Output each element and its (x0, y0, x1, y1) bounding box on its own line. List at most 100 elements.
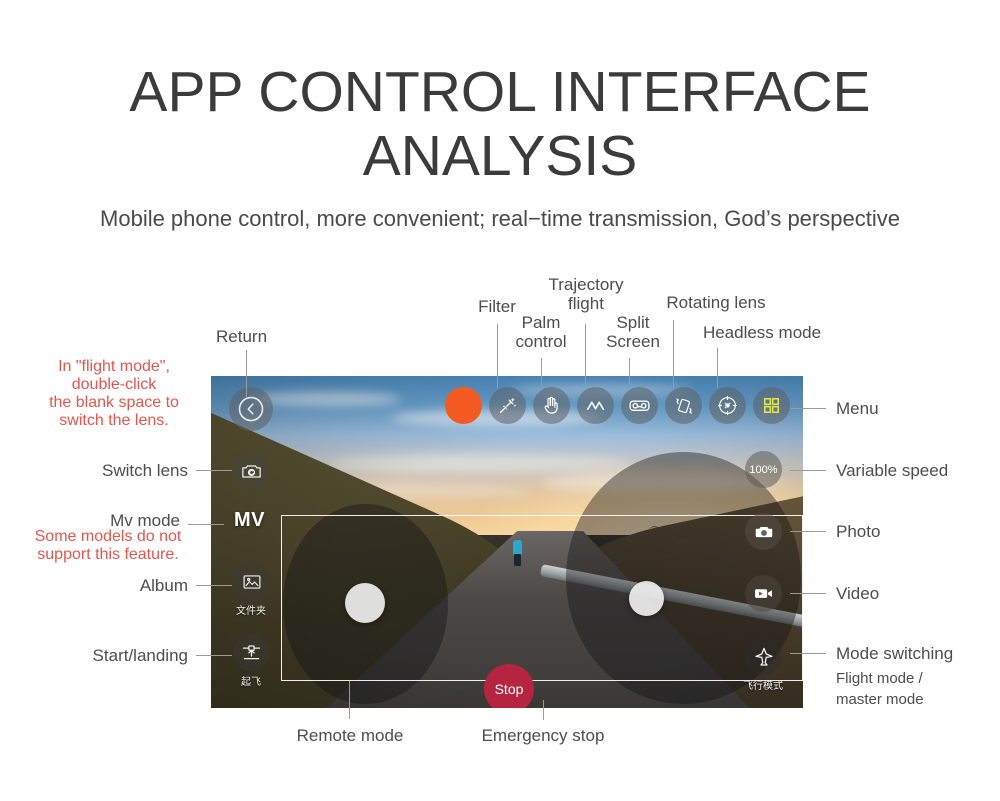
callout-remote-mode: Remote mode (270, 726, 430, 745)
filter-button[interactable] (489, 387, 526, 424)
callout-headless-mode-text: Headless mode (702, 323, 822, 342)
leader-line-filter (497, 324, 498, 388)
trajectory-flight-button[interactable] (577, 387, 614, 424)
callout-mode-sub-line-2: master mode (836, 691, 924, 708)
split-screen-button[interactable] (621, 387, 658, 424)
vr-goggles-icon (629, 400, 650, 411)
callout-mode-switching-sub: Flight mode / master mode (836, 668, 924, 710)
photo-button[interactable] (745, 513, 782, 550)
leader-line-album (196, 585, 232, 586)
video-button[interactable] (745, 575, 782, 612)
note-mv-mode: Some models do not support this feature. (8, 528, 208, 564)
callout-mode-switching: Mode switching (836, 644, 953, 663)
leader-line-return (246, 350, 247, 398)
callout-trajectory-flight-line-1: Trajectory (548, 275, 624, 294)
chevron-left-circle-icon (238, 396, 264, 422)
mv-mode-label[interactable]: MV (234, 509, 265, 532)
callout-palm-control: Palm control (506, 313, 576, 351)
callout-video: Video (836, 584, 879, 603)
hand-icon (544, 396, 558, 414)
callout-variable-speed: Variable speed (836, 461, 948, 480)
slide-root: APP CONTROL INTERFACE ANALYSIS Mobile ph… (0, 0, 1000, 801)
variable-speed-button[interactable]: 100% (745, 451, 782, 488)
stop-label: Stop (494, 681, 524, 697)
leader-line-rotating-lens (673, 320, 674, 388)
page-title-line-1: APP CONTROL INTERFACE (129, 60, 871, 124)
leader-line-mv-mode (188, 524, 224, 525)
palm-control-button[interactable] (533, 387, 570, 424)
callout-album: Album (40, 576, 188, 595)
mode-switching-button[interactable] (745, 638, 782, 675)
callout-photo-text: Photo (836, 522, 881, 541)
return-button[interactable] (229, 387, 273, 431)
compass-target-icon (717, 395, 738, 416)
rotating-lens-button[interactable] (665, 387, 702, 424)
callout-menu-text: Menu (836, 399, 879, 418)
page-title-line-2: ANALYSIS (362, 124, 638, 188)
drone-takeoff-icon (242, 645, 261, 660)
callout-rotating-lens: Rotating lens (651, 293, 781, 312)
leader-line-variable-speed (790, 470, 826, 471)
album-button[interactable] (233, 563, 270, 600)
switch-lens-button[interactable] (233, 453, 270, 490)
note-flight-mode-line-4: switch the lens. (59, 412, 169, 429)
camera-rotate-icon (242, 465, 261, 478)
video-camera-icon (755, 589, 772, 598)
menu-button[interactable] (753, 387, 790, 424)
callout-start-landing: Start/landing (30, 646, 188, 665)
leader-line-photo (790, 531, 826, 532)
page-title: APP CONTROL INTERFACE ANALYSIS (0, 60, 1000, 188)
grid-squares-icon (763, 397, 780, 414)
callout-emergency-stop: Emergency stop (463, 726, 623, 745)
callout-palm-control-line-2: control (515, 332, 567, 351)
leader-line-switch-lens (196, 470, 232, 471)
callout-video-text: Video (836, 584, 880, 603)
callout-switch-lens-text: Switch lens (102, 461, 188, 480)
callout-palm-control-line-1: Palm (521, 313, 561, 332)
leader-line-headless-mode (717, 348, 718, 388)
leader-line-trajectory (585, 324, 586, 388)
album-cn-label: 文件夹 (236, 606, 266, 617)
callout-remote-mode-text: Remote mode (296, 726, 404, 745)
page-subtitle: Mobile phone control, more convenient; r… (100, 206, 900, 231)
leader-line-menu (790, 408, 826, 409)
callout-mode-sub-line-1: Flight mode / (836, 670, 923, 687)
leader-line-remote-mode (349, 681, 350, 719)
note-flight-mode-line-1: In "flight mode", (58, 358, 170, 375)
callout-headless-mode: Headless mode (687, 323, 837, 342)
callout-start-landing-text: Start/landing (92, 646, 188, 665)
note-mv-mode-line-2: support this feature. (37, 546, 179, 563)
picture-frame-icon (243, 574, 260, 589)
leader-line-video (790, 593, 826, 594)
callout-trajectory-flight-line-2: flight (568, 294, 604, 313)
emergency-stop-button[interactable]: Stop (484, 664, 534, 708)
callout-trajectory-flight: Trajectory flight (540, 275, 632, 313)
note-flight-mode-line-3: the blank space to (49, 394, 179, 411)
callout-emergency-stop-text: Emergency stop (481, 726, 605, 745)
headless-mode-button[interactable] (709, 387, 746, 424)
phone-preview-screen[interactable]: MV 文件夹 起飞 100% 飞行模式 Stop (211, 376, 803, 708)
leader-line-palm (541, 358, 542, 388)
callout-split-screen: Split Screen (597, 313, 669, 351)
callout-mode-switching-text: Mode switching (836, 644, 954, 663)
callout-return-text: Return (216, 327, 268, 346)
note-mv-mode-line-1: Some models do not (34, 528, 182, 545)
leader-line-start-landing (196, 655, 232, 656)
rotate-phone-icon (675, 397, 692, 414)
callout-menu: Menu (836, 399, 879, 418)
leader-line-mode-switching (790, 653, 826, 654)
callout-switch-lens: Switch lens (40, 461, 188, 480)
takeoff-cn-label: 起飞 (241, 677, 261, 688)
remote-mode-frame (281, 515, 803, 681)
record-button[interactable] (445, 387, 482, 424)
callout-photo: Photo (836, 522, 880, 541)
callout-split-screen-line-2: Screen (606, 332, 660, 351)
start-landing-button[interactable] (233, 634, 270, 671)
note-flight-mode: In "flight mode", double-click the blank… (18, 358, 210, 430)
mode-cn-label: 飞行模式 (743, 681, 783, 692)
airplane-icon (754, 647, 773, 666)
callout-rotating-lens-text: Rotating lens (666, 293, 766, 312)
callout-split-screen-line-1: Split (616, 313, 650, 332)
magic-wand-icon (499, 397, 517, 414)
callout-album-text: Album (139, 576, 188, 595)
